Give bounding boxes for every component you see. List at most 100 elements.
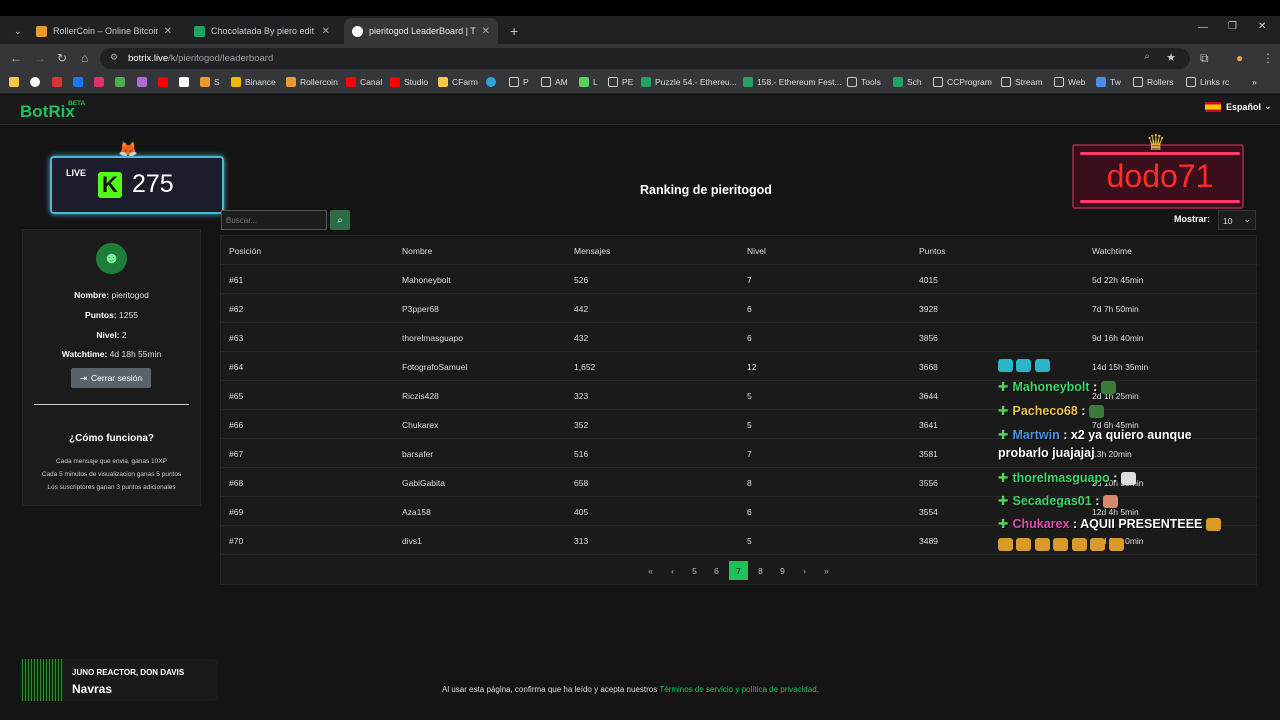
page-9[interactable]: 9 xyxy=(773,561,792,580)
tab-search-button[interactable]: ⌄ xyxy=(6,18,24,44)
language-selector[interactable]: Español ⌄ xyxy=(1205,101,1272,112)
botrix-logo[interactable]: BotRix xyxy=(20,102,75,122)
bookmark-icon[interactable] xyxy=(179,77,193,87)
back-icon[interactable]: ← xyxy=(10,51,22,65)
new-tab-button[interactable]: + xyxy=(502,18,522,44)
address-toolbar: ← → ↻ ⌂ ⚙ botrix.live/k/pieritogod/leade… xyxy=(0,44,1280,72)
bookmark-folder-stream[interactable]: Stream xyxy=(1001,77,1042,87)
tab-chocolatada[interactable]: Chocolatada By piero edit ronn... ✕ xyxy=(186,18,338,44)
bookmark-icon[interactable] xyxy=(94,77,108,87)
header-messages[interactable]: Mensajes xyxy=(574,246,610,256)
bookmark-folder-am[interactable]: AM xyxy=(541,77,568,87)
first-page-button[interactable]: « xyxy=(641,561,660,580)
table-cell: 3668 xyxy=(919,362,938,372)
table-row: #61 Mahoneybolt 526 7 4015 5d 22h 45min xyxy=(221,265,1258,294)
table-row: #67 barsafer 516 7 3581 13h 20min xyxy=(221,439,1258,468)
url-bar[interactable]: ⚙ botrix.live/k/pieritogod/leaderboard ⌕… xyxy=(100,48,1190,69)
bookmark-folder-ccprogram[interactable]: CCProgram xyxy=(933,77,992,87)
minimize-icon[interactable]: — xyxy=(1198,22,1208,33)
screen-top-bar xyxy=(0,0,1280,16)
page-size-select[interactable]: 10 ⌄ xyxy=(1218,210,1256,230)
table-cell: 5 xyxy=(747,391,752,401)
bookmark-icon[interactable] xyxy=(73,77,87,87)
bookmark-canal[interactable]: Canal xyxy=(346,77,382,87)
bookmark-studio[interactable]: Studio xyxy=(390,77,428,87)
table-cell: #68 xyxy=(229,478,244,488)
bookmark-icon[interactable] xyxy=(115,77,129,87)
chat-emotes-row xyxy=(998,537,1124,552)
kick-logo-icon: K xyxy=(98,172,122,198)
page-6[interactable]: 6 xyxy=(707,561,726,580)
table-cell: 5d 22h 45min xyxy=(1092,275,1144,285)
site-info-icon[interactable]: ⚙ xyxy=(110,52,118,63)
menu-dots-icon[interactable]: ⋮ xyxy=(1262,51,1274,65)
bookmark-folder-pe[interactable]: PE xyxy=(608,77,633,87)
header-points[interactable]: Puntos xyxy=(919,246,945,256)
page-7[interactable]: 7 xyxy=(729,561,748,580)
bookmark-cfarm[interactable]: CFarm xyxy=(438,77,478,87)
bookmark-l[interactable]: L xyxy=(579,77,598,87)
table-cell: 3581 xyxy=(919,449,938,459)
bookmark-icon[interactable] xyxy=(137,77,151,87)
header-name[interactable]: Nombre xyxy=(402,246,432,256)
tab-rollercoin[interactable]: RollerCoin – Online Bitcoin Mi... ✕ xyxy=(28,18,180,44)
header-watchtime[interactable]: Watchtime xyxy=(1092,246,1132,256)
extensions-icon[interactable]: ⧉ xyxy=(1200,51,1209,66)
close-icon[interactable]: ✕ xyxy=(322,26,330,37)
last-page-button[interactable]: » xyxy=(817,561,836,580)
close-icon[interactable]: ✕ xyxy=(482,26,490,37)
bookmark-folder-p[interactable]: P xyxy=(509,77,529,87)
page-8[interactable]: 8 xyxy=(751,561,770,580)
next-page-button[interactable]: › xyxy=(795,561,814,580)
bookmark-star-icon[interactable]: ★ xyxy=(1166,51,1176,64)
bookmark-tw[interactable]: Tw xyxy=(1096,77,1121,87)
bookmark-telegram-icon[interactable] xyxy=(486,77,500,87)
logout-button[interactable]: ⇥ Cerrar sesión xyxy=(71,368,151,388)
close-icon[interactable]: ✕ xyxy=(164,26,172,37)
bookmark-folder-web[interactable]: Web xyxy=(1054,77,1085,87)
bookmark-folder-tools[interactable]: Tools xyxy=(847,77,881,87)
tab-leaderboard[interactable]: pieritogod LeaderBoard | The b... ✕ xyxy=(344,18,498,44)
table-cell: GabiGabita xyxy=(402,478,445,488)
table-cell: barsafer xyxy=(402,449,434,459)
bookmark-icon[interactable] xyxy=(9,77,23,87)
chevron-down-icon: ⌄ xyxy=(1243,214,1251,224)
page-5[interactable]: 5 xyxy=(685,561,704,580)
header-position[interactable]: Posición xyxy=(229,246,261,256)
bookmark-icon[interactable] xyxy=(52,77,66,87)
home-icon[interactable]: ⌂ xyxy=(81,51,88,65)
plus-icon: ✚ xyxy=(998,494,1009,508)
maximize-icon[interactable]: ❐ xyxy=(1228,21,1237,32)
bookmark-ethereum-fest[interactable]: 158.- Ethereum Fest... xyxy=(743,77,842,87)
botrix-favicon-icon xyxy=(352,25,363,37)
header-level[interactable]: Nivel xyxy=(747,246,766,256)
bookmark-rollercoin[interactable]: Rollercoin xyxy=(286,77,338,87)
live-viewers-widget: LIVE K 275 xyxy=(50,156,224,214)
close-window-icon[interactable]: ✕ xyxy=(1258,21,1266,32)
user-avatar-icon: ☻ xyxy=(103,249,120,267)
more-bookmarks-icon[interactable]: » xyxy=(1252,77,1257,87)
spain-flag-icon xyxy=(1205,101,1221,112)
table-row: #62 P3pper68 442 6 3928 7d 7h 50min xyxy=(221,294,1258,323)
bookmark-folder-rollers[interactable]: Rollers xyxy=(1133,77,1173,87)
bookmark-s[interactable]: S xyxy=(200,77,220,87)
table-cell: 405 xyxy=(574,507,589,517)
search-input[interactable] xyxy=(221,210,327,230)
bookmark-folder-links-rc[interactable]: Links rc xyxy=(1186,77,1229,87)
bookmark-puzzle[interactable]: Puzzle 54.- Ethereu... xyxy=(641,77,737,87)
bookmark-icon[interactable] xyxy=(30,77,44,87)
profile-icon[interactable]: ● xyxy=(1236,51,1243,65)
table-cell: 3928 xyxy=(919,304,938,314)
divider xyxy=(34,404,189,405)
profile-watchtime: Watchtime: 4d 18h 55min xyxy=(61,349,162,359)
bookmark-icon[interactable] xyxy=(158,77,172,87)
search-button[interactable]: ⌕ xyxy=(330,210,350,230)
reload-icon[interactable]: ↻ xyxy=(57,51,67,65)
prev-page-button[interactable]: ‹ xyxy=(663,561,682,580)
terms-link[interactable]: Términos de servicio y política de priva… xyxy=(659,685,816,694)
bookmark-binance[interactable]: Binance xyxy=(231,77,276,87)
forward-icon[interactable]: → xyxy=(34,51,46,65)
zoom-icon[interactable]: ⌕ xyxy=(1144,51,1150,62)
bookmark-sch[interactable]: Sch xyxy=(893,77,922,87)
how-line: Los suscriptores ganan 3 puntos adiciona… xyxy=(47,484,176,491)
